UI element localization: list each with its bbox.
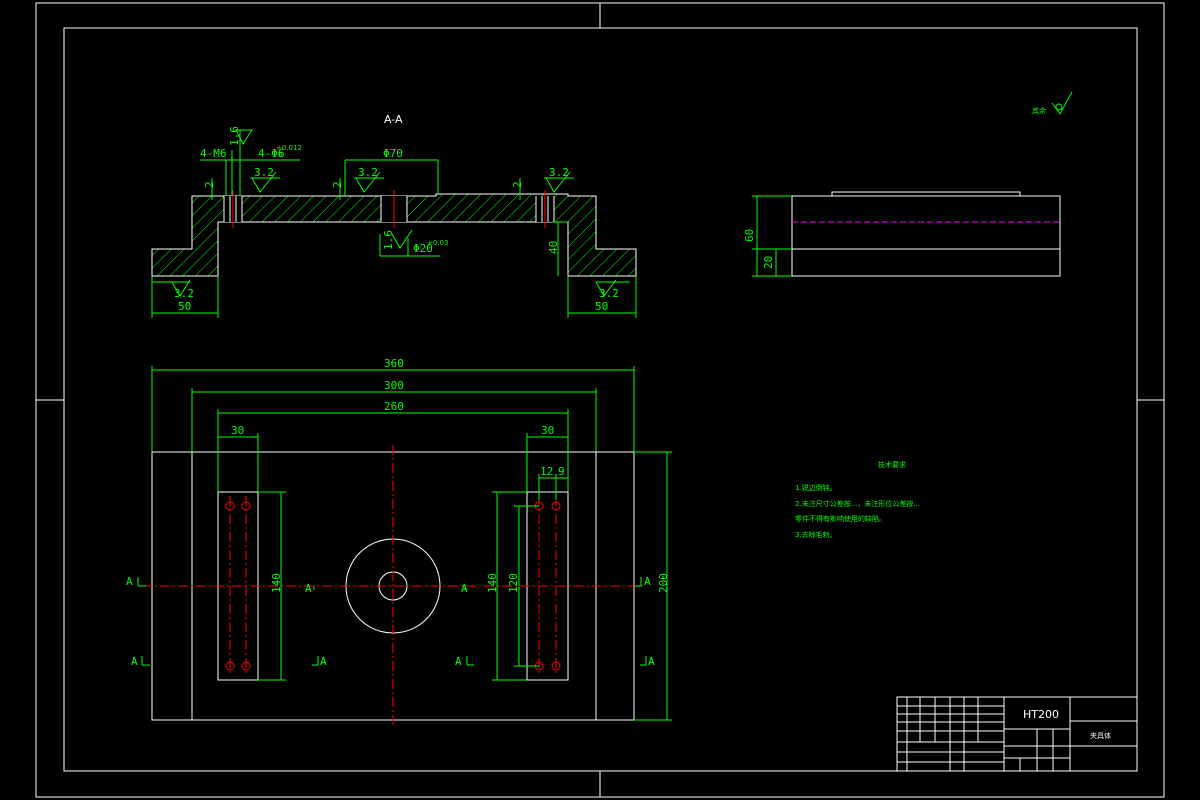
roughness-3-2-b: 3.2 [358, 166, 378, 179]
dim-140-left: 140 [270, 573, 283, 593]
dim-360: 360 [384, 357, 404, 370]
section-mark-a6: A [320, 655, 327, 668]
roughness-1-6-top: 1.6 [228, 126, 241, 146]
dim-50-right: 50 [595, 300, 608, 313]
outer-border [35, 2, 1165, 798]
section-mark-a5: A [131, 655, 138, 668]
dim-30-right: 30 [541, 424, 554, 437]
dim-phi20-tol: +0.03 [427, 239, 448, 247]
dim-200: 200 [657, 573, 670, 593]
dim-12: 12 [540, 465, 553, 478]
section-mark-a4: A [644, 575, 651, 588]
note-line-3: 零件不得有影响使用的缺陷。 [795, 514, 886, 523]
roughness-3-2-left: 3.2 [174, 287, 194, 300]
roughness-3-2-c: 3.2 [549, 166, 569, 179]
general-roughness: 其余 [1032, 91, 1073, 115]
dim-50-left: 50 [178, 300, 191, 313]
dim-140-right: 140 [486, 573, 499, 593]
roughness-1-6-center: 1.6 [382, 230, 395, 250]
dim-phi6-tol2: 0 [278, 151, 282, 159]
dim-60: 60 [743, 229, 756, 242]
technical-notes: 技术要求 1.锐边倒钝。 2.未注尺寸公差按...，未注形位公差按... 零件不… [795, 460, 920, 539]
section-mark-a1: A [126, 575, 133, 588]
plan-view: 360 300 260 30 30 12 9 140 140 120 200 A… [126, 357, 672, 728]
section-mark-a8: A [648, 655, 655, 668]
drawing-sheet: A-A Φ70 4-M6 4-Φ6 +0.012 0 2 2 2 1.6 3.2… [35, 2, 1165, 798]
dim-phi70: Φ70 [383, 147, 403, 160]
roughness-3-2-a: 3.2 [254, 166, 274, 179]
dim-4-m6: 4-M6 [200, 147, 227, 160]
dim-120: 120 [507, 573, 520, 593]
dim-30-left: 30 [231, 424, 244, 437]
side-body [791, 195, 1061, 277]
note-line-2: 2.未注尺寸公差按...，未注形位公差按... [795, 499, 920, 508]
note-line-4: 3.去除毛刺。 [795, 530, 837, 539]
section-view: A-A Φ70 4-M6 4-Φ6 +0.012 0 2 2 2 1.6 3.2… [151, 113, 637, 318]
section-mark-a7: A [455, 655, 462, 668]
material-text: HT200 [1023, 708, 1059, 721]
section-mark-a3: A [461, 582, 468, 595]
side-view: 60 20 [743, 191, 1061, 277]
note-line-1: 1.锐边倒钝。 [795, 483, 837, 492]
inner-border [63, 27, 1138, 772]
section-label: A-A [384, 113, 403, 126]
dim-2b: 2 [331, 181, 344, 188]
dim-300: 300 [384, 379, 404, 392]
svg-text:其余: 其余 [1032, 106, 1046, 115]
section-mark-a2: A [305, 582, 312, 595]
dim-2c: 2 [511, 181, 524, 188]
roughness-3-2-right: 3.2 [599, 287, 619, 300]
dim-9: 9 [558, 465, 565, 478]
title-block: HT200 夹具体 [896, 696, 1138, 772]
dim-20: 20 [762, 256, 775, 269]
part-name-text: 夹具体 [1090, 731, 1111, 740]
dim-40: 40 [547, 241, 560, 254]
dim-2a: 2 [203, 181, 216, 188]
notes-title: 技术要求 [878, 460, 906, 469]
dim-260: 260 [384, 400, 404, 413]
